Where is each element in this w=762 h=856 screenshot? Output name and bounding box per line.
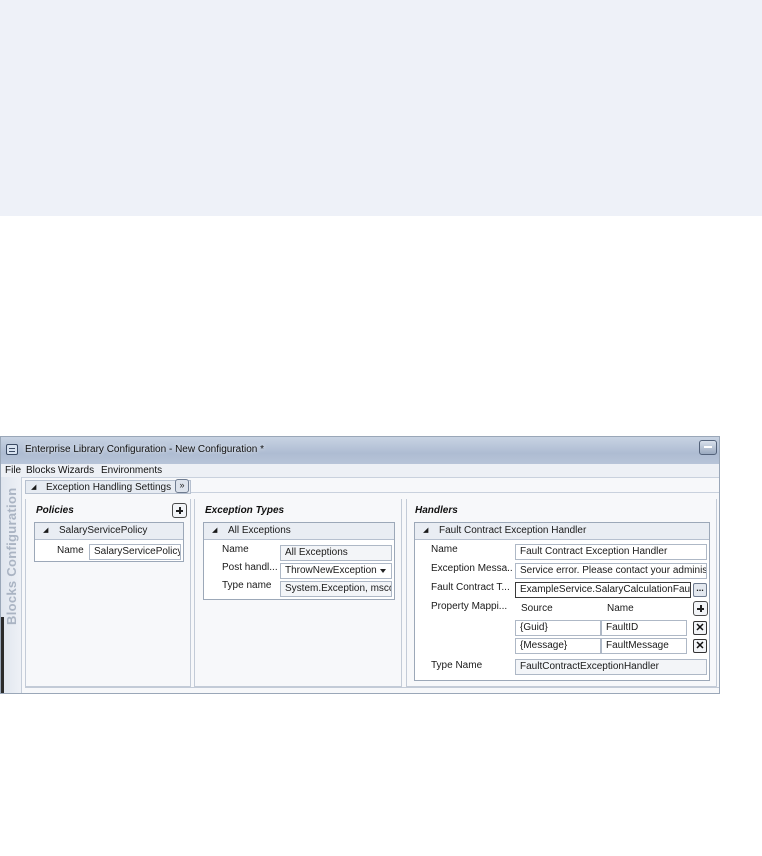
mapping-name-field[interactable]: FaultMessage xyxy=(601,638,687,654)
handler-name-label: Name xyxy=(431,544,458,555)
post-handling-label: Post handl... xyxy=(222,562,278,573)
handlers-header: Handlers xyxy=(415,505,458,516)
policy-panel-header[interactable]: ◢ SalaryServicePolicy xyxy=(35,523,183,540)
handler-type-name-label: Type Name xyxy=(431,660,483,671)
handler-title: Fault Contract Exception Handler xyxy=(439,525,587,536)
fault-contract-type-field[interactable]: ExampleService.SalaryCalculationFault, xyxy=(515,582,691,598)
side-label-panel: Blocks Configuration xyxy=(1,477,22,693)
handler-type-name-field[interactable]: FaultContractExceptionHandler xyxy=(515,659,707,675)
policy-name-field[interactable]: SalaryServicePolicy xyxy=(89,544,181,560)
window-title: Enterprise Library Configuration - New C… xyxy=(25,444,265,455)
delete-mapping-button[interactable]: ✕ xyxy=(693,639,707,653)
add-policy-button[interactable] xyxy=(172,503,187,518)
block-title: Exception Handling Settings xyxy=(46,482,172,493)
top-banner-area xyxy=(0,0,762,216)
exception-type-panel-header[interactable]: ◢ All Exceptions xyxy=(204,523,394,540)
menu-blocks[interactable]: Blocks xyxy=(26,465,55,476)
chevron-down-icon[interactable] xyxy=(380,569,386,573)
divider xyxy=(191,492,719,493)
type-name-field[interactable]: System.Exception, msco xyxy=(280,581,392,597)
menu-environments[interactable]: Environments xyxy=(101,465,162,476)
handler-panel-header[interactable]: ◢ Fault Contract Exception Handler xyxy=(415,523,709,540)
exception-types-column: Exception Types ◢ All Exceptions Name Al… xyxy=(194,499,402,687)
left-edge xyxy=(1,617,4,693)
divider xyxy=(25,687,719,688)
mapping-name-header: Name xyxy=(607,603,634,614)
policy-panel: ◢ SalaryServicePolicy Name SalaryService… xyxy=(34,522,184,562)
exception-type-panel: ◢ All Exceptions Name All Exceptions Pos… xyxy=(203,522,395,600)
policy-title: SalaryServicePolicy xyxy=(59,525,148,536)
title-bar: Enterprise Library Configuration - New C… xyxy=(1,437,719,465)
mapping-name-field[interactable]: FaultID xyxy=(601,620,687,636)
exception-name-label: Name xyxy=(222,544,249,555)
app-window: Enterprise Library Configuration - New C… xyxy=(0,436,720,694)
menu-file[interactable]: File xyxy=(5,465,21,476)
block-header[interactable]: ◢ Exception Handling Settings xyxy=(25,480,191,494)
collapse-triangle-icon[interactable]: ◢ xyxy=(31,483,36,491)
collapse-chevron-icon[interactable]: » xyxy=(175,479,189,493)
menu-bar: File Blocks Wizards Environments xyxy=(1,464,719,478)
exception-name-field[interactable]: All Exceptions xyxy=(280,545,392,561)
type-name-label: Type name xyxy=(222,580,272,591)
exception-type-title: All Exceptions xyxy=(228,525,291,536)
property-mappings-label: Property Mappi... xyxy=(431,601,508,612)
policy-name-label: Name xyxy=(57,545,84,556)
exception-message-label: Exception Messa... xyxy=(431,563,513,574)
delete-mapping-button[interactable]: ✕ xyxy=(693,621,707,635)
browse-ellipsis-button[interactable]: ... xyxy=(693,583,707,597)
post-handling-select[interactable]: ThrowNewException xyxy=(280,563,392,579)
handlers-column: Handlers ◢ Fault Contract Exception Hand… xyxy=(406,499,717,687)
collapse-triangle-icon[interactable]: ◢ xyxy=(43,526,48,534)
add-mapping-button[interactable] xyxy=(693,601,708,616)
post-handling-value: ThrowNewException xyxy=(285,565,377,576)
side-label-text: Blocks Configuration xyxy=(4,487,19,625)
mapping-source-header: Source xyxy=(521,603,553,614)
exception-types-header: Exception Types xyxy=(205,505,285,516)
handler-name-field[interactable]: Fault Contract Exception Handler xyxy=(515,544,707,560)
minimize-button[interactable] xyxy=(699,440,717,455)
mapping-source-field[interactable]: {Guid} xyxy=(515,620,601,636)
policies-column: Policies ◢ SalaryServicePolicy Name Sala… xyxy=(25,499,191,687)
menu-wizards[interactable]: Wizards xyxy=(58,465,94,476)
mapping-source-field[interactable]: {Message} xyxy=(515,638,601,654)
app-icon xyxy=(6,444,18,455)
exception-message-field[interactable]: Service error. Please contact your admin… xyxy=(515,563,707,579)
fault-contract-type-label: Fault Contract T... xyxy=(431,582,510,593)
handler-panel: ◢ Fault Contract Exception Handler Name … xyxy=(414,522,710,681)
policies-header: Policies xyxy=(36,505,74,516)
collapse-triangle-icon[interactable]: ◢ xyxy=(423,526,428,534)
collapse-triangle-icon[interactable]: ◢ xyxy=(212,526,217,534)
